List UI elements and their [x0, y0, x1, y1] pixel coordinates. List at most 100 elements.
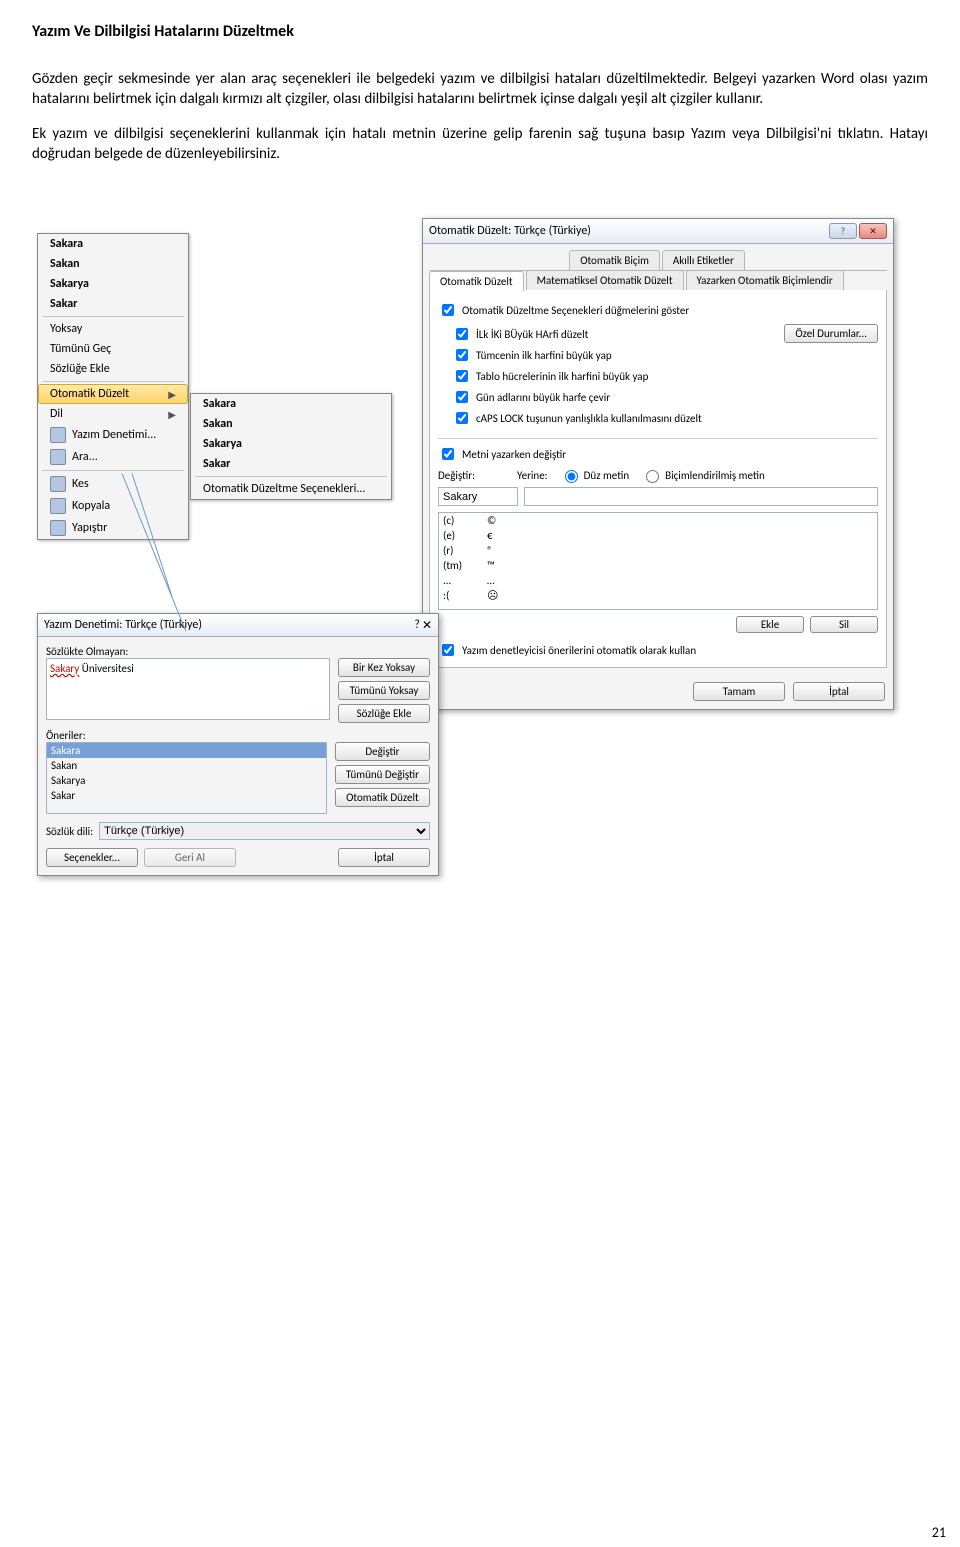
paste-item[interactable]: Yapıştır	[38, 517, 188, 539]
paragraph-1: Gözden geçir sekmesinde yer alan araç se…	[32, 69, 928, 110]
caps-lock-checkbox[interactable]	[456, 412, 468, 424]
suggestion-item[interactable]: Sakara	[191, 394, 391, 414]
suggestion-item[interactable]: Sakan	[38, 254, 188, 274]
chk-label: cAPS LOCK tuşunun yanlışlıkla kullanılma…	[476, 412, 702, 425]
chevron-right-icon: ▶	[168, 408, 176, 421]
autocorrect-submenu-item[interactable]: Otomatik Düzelt ▶	[38, 384, 188, 404]
options-button[interactable]: Seçenekler...	[46, 848, 138, 867]
not-in-dict-text[interactable]: Sakary Üniversitesi	[46, 658, 330, 720]
ignore-all-item[interactable]: Tümünü Geç	[38, 339, 188, 359]
list-cell: ®	[487, 544, 873, 557]
dialog-title: Otomatik Düzelt: Türkçe (Türkiye)	[429, 224, 591, 238]
copy-label: Kopyala	[72, 499, 110, 513]
suggestions-listbox[interactable]: Sakara Sakan Sakarya Sakar	[46, 742, 327, 814]
suggestion-item[interactable]: Sakan	[191, 414, 391, 434]
suggestion-item[interactable]: Sakar	[47, 788, 326, 803]
replace-label: Değiştir:	[438, 469, 475, 482]
list-cell: ©	[487, 514, 873, 527]
plain-text-label: Düz metin	[584, 469, 630, 482]
lookup-item[interactable]: Ara...	[38, 446, 188, 468]
autocorrect-dialog: Otomatik Düzelt: Türkçe (Türkiye) ? ✕ Ot…	[422, 218, 894, 710]
plain-text-radio[interactable]	[565, 470, 578, 483]
error-word: Sakary	[50, 662, 79, 675]
add-to-dict-button[interactable]: Sözlüğe Ekle	[338, 704, 430, 723]
replace-input[interactable]	[438, 487, 518, 506]
suggestion-item[interactable]: Sakara	[47, 743, 326, 758]
replace-as-type-checkbox[interactable]	[442, 448, 454, 460]
list-cell: ™	[487, 559, 873, 572]
help-button[interactable]: ?	[829, 223, 857, 239]
with-input[interactable]	[524, 487, 878, 506]
show-buttons-label: Otomatik Düzeltme Seçenekleri düğmelerin…	[462, 304, 689, 317]
separator	[42, 470, 184, 471]
spellcheck-dialog: Yazım Denetimi: Türkçe (Türkiye) ? ✕ Söz…	[37, 613, 439, 876]
cut-label: Kes	[72, 477, 89, 491]
close-button[interactable]: ✕	[859, 223, 887, 239]
search-icon	[50, 449, 66, 465]
tab-autoformat-as-you-type[interactable]: Yazarken Otomatik Biçimlendir	[686, 270, 844, 290]
context-menu-main[interactable]: Sakara Sakan Sakarya Sakar Yoksay Tümünü…	[37, 233, 189, 540]
show-buttons-checkbox[interactable]	[442, 304, 454, 316]
change-all-button[interactable]: Tümünü Değiştir	[335, 765, 430, 784]
separator	[195, 476, 387, 477]
list-cell: €	[487, 529, 873, 542]
copy-item[interactable]: Kopyala	[38, 495, 188, 517]
close-button[interactable]: ✕	[422, 618, 432, 633]
suggestion-item[interactable]: Sakarya	[38, 274, 188, 294]
autocorrect-list[interactable]: (c)© (e)€ (r)® (tm)™ ...… :(☹	[438, 512, 878, 610]
autocorrect-label: Otomatik Düzelt	[50, 387, 129, 401]
suggestion-item[interactable]: Sakan	[47, 758, 326, 773]
with-label: Yerine:	[517, 469, 548, 482]
add-to-dictionary-item[interactable]: Sözlüğe Ekle	[38, 359, 188, 379]
replace-as-type-label: Metni yazarken değiştir	[462, 448, 566, 461]
separator	[42, 316, 184, 317]
exceptions-button[interactable]: Özel Durumlar...	[784, 324, 878, 343]
suggestion-item[interactable]: Sakar	[191, 454, 391, 474]
list-cell: (c)	[443, 514, 487, 527]
ignore-once-button[interactable]: Bir Kez Yoksay	[338, 658, 430, 677]
list-cell: ☹	[487, 589, 873, 602]
cancel-button[interactable]: İptal	[338, 848, 430, 867]
change-button[interactable]: Değiştir	[335, 742, 430, 761]
use-suggestions-checkbox[interactable]	[442, 644, 454, 656]
two-initial-caps-checkbox[interactable]	[456, 328, 468, 340]
autocorrect-options-item[interactable]: Otomatik Düzeltme Seçenekleri...	[191, 479, 391, 499]
suggestion-item[interactable]: Sakara	[38, 234, 188, 254]
spelling-item[interactable]: Yazım Denetimi...	[38, 424, 188, 446]
spellcheck-title: Yazım Denetimi: Türkçe (Türkiye)	[44, 618, 202, 632]
add-entry-button[interactable]: Ekle	[736, 616, 804, 633]
list-cell: ...	[443, 574, 487, 587]
undo-button[interactable]: Geri Al	[144, 848, 236, 867]
suggestion-item[interactable]: Sakar	[38, 294, 188, 314]
autocorrect-submenu[interactable]: Sakara Sakan Sakarya Sakar Otomatik Düze…	[190, 393, 392, 500]
chk-label: Tümcenin ilk harfini büyük yap	[476, 349, 612, 362]
paragraph-2: Ek yazım ve dilbilgisi seçeneklerini kul…	[32, 124, 928, 165]
suggestion-item[interactable]: Sakarya	[191, 434, 391, 454]
separator	[42, 381, 184, 382]
ignore-all-button[interactable]: Tümünü Yoksay	[338, 681, 430, 700]
cut-item[interactable]: Kes	[38, 473, 188, 495]
tab-math-autocorrect[interactable]: Matematiksel Otomatik Düzelt	[526, 270, 684, 290]
use-suggestions-label: Yazım denetleyicisi önerilerini otomatik…	[462, 644, 696, 657]
delete-entry-button[interactable]: Sil	[810, 616, 878, 633]
paste-icon	[50, 520, 66, 536]
help-button[interactable]: ?	[414, 618, 420, 633]
suggestion-item[interactable]: Sakarya	[47, 773, 326, 788]
capitalize-sentence-checkbox[interactable]	[456, 349, 468, 361]
formatted-text-radio[interactable]	[646, 470, 659, 483]
tab-autocorrect[interactable]: Otomatik Düzelt	[429, 271, 524, 291]
dict-lang-select[interactable]: Türkçe (Türkiye)	[99, 822, 430, 840]
language-submenu-item[interactable]: Dil ▶	[38, 404, 188, 424]
tab-autoformat[interactable]: Otomatik Biçim	[569, 250, 660, 270]
autocorrect-button[interactable]: Otomatik Düzelt	[335, 788, 430, 807]
cancel-button[interactable]: İptal	[793, 682, 885, 701]
copy-icon	[50, 498, 66, 514]
capitalize-days-checkbox[interactable]	[456, 391, 468, 403]
context-text: Üniversitesi	[79, 662, 134, 675]
chk-label: Tablo hücrelerinin ilk harfini büyük yap	[476, 370, 648, 383]
chevron-right-icon: ▶	[168, 388, 176, 401]
capitalize-cells-checkbox[interactable]	[456, 370, 468, 382]
tab-smart-tags[interactable]: Akıllı Etiketler	[662, 250, 745, 270]
ok-button[interactable]: Tamam	[693, 682, 785, 701]
ignore-item[interactable]: Yoksay	[38, 319, 188, 339]
